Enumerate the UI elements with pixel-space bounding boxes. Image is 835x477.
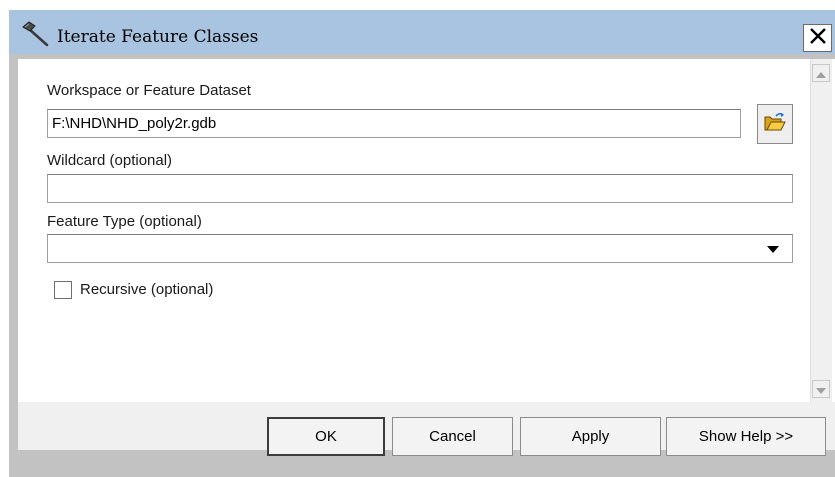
show-help-button[interactable]: Show Help >>	[666, 417, 826, 456]
wildcard-label: Wildcard (optional)	[47, 152, 173, 169]
close-button[interactable]	[803, 24, 832, 52]
scroll-up-icon	[816, 65, 826, 82]
feature-type-label: Feature Type (optional)	[47, 213, 202, 230]
folder-open-icon	[764, 112, 786, 136]
hammer-tool-icon	[20, 21, 50, 47]
cancel-button[interactable]: Cancel	[392, 417, 513, 456]
scroll-down-icon	[816, 381, 826, 398]
recursive-checkbox[interactable]	[54, 281, 72, 299]
close-icon	[808, 26, 828, 50]
ok-button[interactable]: OK	[267, 417, 385, 456]
scroll-down-button[interactable]	[812, 380, 830, 398]
workspace-label: Workspace or Feature Dataset	[47, 82, 251, 99]
feature-type-select[interactable]	[47, 234, 793, 263]
recursive-label[interactable]: Recursive (optional)	[80, 281, 213, 298]
vertical-scrollbar[interactable]	[810, 59, 832, 402]
feature-type-dropdown-button[interactable]	[757, 237, 788, 261]
apply-button[interactable]: Apply	[520, 417, 661, 456]
browse-button[interactable]	[757, 104, 793, 144]
window-title: Iterate Feature Classes	[57, 27, 259, 47]
wildcard-input[interactable]	[47, 174, 793, 203]
scroll-up-button[interactable]	[812, 64, 830, 82]
workspace-input[interactable]: F:\NHD\NHD_poly2r.gdb	[47, 109, 741, 138]
chevron-down-icon	[766, 241, 779, 258]
